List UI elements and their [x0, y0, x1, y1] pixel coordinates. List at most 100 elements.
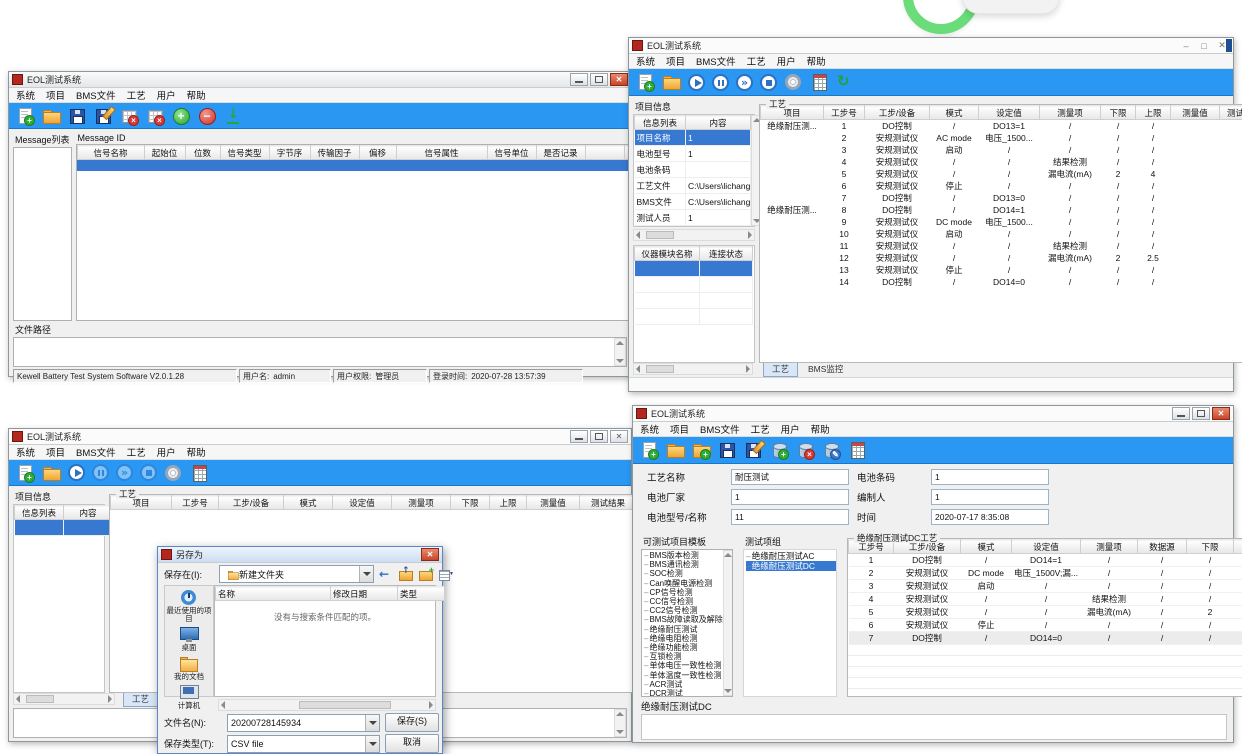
remove-row-icon[interactable] [198, 107, 217, 125]
table-row[interactable]: 7DO控制/DO14=0//// [849, 632, 1242, 645]
place-recent[interactable]: 最近使用的项目 [166, 589, 212, 623]
open-add-folder-icon[interactable]: + [692, 441, 711, 459]
place-computer[interactable]: 计算机 [166, 684, 212, 710]
column-header[interactable]: 测量项 [1040, 106, 1101, 120]
place-documents[interactable]: 我的文档 [166, 655, 212, 681]
column-header[interactable]: 修改日期 [331, 587, 398, 601]
menu-item[interactable]: 系统 [16, 88, 35, 102]
step-forward-icon[interactable] [736, 74, 753, 91]
table-row[interactable]: BMS文件C:\Users\lichangjiang\Desktop\ [635, 194, 751, 210]
table-row[interactable]: 测试人员1 [635, 210, 751, 226]
column-header[interactable]: 传输因子 [310, 146, 359, 160]
menu-item[interactable]: 工艺 [127, 445, 146, 459]
table-row[interactable]: 13安规测试仪停止//// [761, 264, 1242, 276]
horizontal-scrollbar[interactable] [633, 363, 753, 375]
template-item[interactable]: 互锁检测 [644, 652, 723, 661]
table-row[interactable]: 3安规测试仪启动//// [761, 144, 1242, 156]
template-item[interactable]: 单体电压一致性检测 [644, 661, 723, 670]
template-item[interactable]: 绝缘耐压测试 [644, 625, 723, 634]
add-row-icon[interactable] [172, 107, 191, 125]
column-header[interactable]: 工步/设备 [865, 106, 930, 120]
dropdown-arrow-icon[interactable] [365, 715, 379, 731]
file-path-textarea[interactable] [13, 337, 627, 367]
message-table-icon[interactable]: × [120, 107, 139, 125]
message-list[interactable] [13, 147, 72, 321]
new-folder-button[interactable] [417, 567, 434, 582]
template-item[interactable]: BMS版本检测 [644, 551, 723, 560]
disc-icon[interactable] [784, 73, 803, 91]
dialog-close-button[interactable] [421, 548, 439, 561]
table-row[interactable]: 9安规测试仪DC mode电压_1500.../// [761, 216, 1242, 228]
table-row[interactable]: 绝缘耐压测...8DO控制/DO14=1/// [761, 204, 1242, 216]
signal-table-icon[interactable]: × [146, 107, 165, 125]
column-header[interactable]: 仪器模块名称 [635, 247, 700, 261]
back-button[interactable] [377, 567, 394, 582]
column-header[interactable]: 下限 [1101, 106, 1136, 120]
menu-item[interactable]: 帮助 [187, 445, 206, 459]
column-header[interactable]: 下限 [451, 496, 490, 510]
vertical-scrollbar[interactable] [723, 550, 733, 696]
template-item[interactable]: CP信号检测 [644, 588, 723, 597]
titlebar[interactable]: EOL测试系统 – □ ✕ [629, 38, 1233, 54]
db-add-icon[interactable]: + [770, 441, 789, 459]
column-header[interactable]: 测试结果 [1220, 106, 1242, 120]
open-folder-icon[interactable] [42, 107, 61, 125]
table-row[interactable]: 电池型号1 [635, 146, 751, 162]
column-header[interactable]: 字节序 [269, 146, 310, 160]
column-header[interactable]: 设定值 [1012, 540, 1081, 554]
table-row[interactable]: 2安规测试仪AC mode电压_1500.../// [761, 132, 1242, 144]
table-row[interactable]: 4安规测试仪//结果检测// [761, 156, 1242, 168]
column-header[interactable]: 上限 [1136, 106, 1171, 120]
column-header[interactable]: 起始位 [144, 146, 185, 160]
horizontal-scrollbar[interactable] [218, 699, 436, 711]
tab-bms-monitor[interactable]: BMS监控 [800, 363, 851, 376]
column-header[interactable]: 信号属性 [396, 146, 487, 160]
table-row[interactable]: 12安规测试仪//漏电流(mA)22.5 [761, 252, 1242, 264]
column-header[interactable]: 模式 [284, 496, 333, 510]
table-row[interactable]: 6安规测试仪停止///// [849, 619, 1242, 632]
save-as-icon[interactable] [744, 441, 763, 459]
tab-process[interactable]: 工艺 [123, 693, 158, 707]
column-header[interactable]: 信号单位 [487, 146, 536, 160]
template-item[interactable]: CC2信号检测 [644, 606, 723, 615]
table-row[interactable]: 5安规测试仪//漏电流(mA)/22.5 [849, 606, 1242, 619]
column-header[interactable]: 数据源 [1138, 540, 1187, 554]
column-header[interactable]: 模式 [961, 540, 1012, 554]
place-desktop[interactable]: 桌面 [166, 626, 212, 652]
maximize-button[interactable] [590, 73, 608, 86]
open-folder-icon[interactable] [662, 73, 681, 91]
menu-item[interactable]: 用户 [157, 88, 176, 102]
horizontal-scrollbar[interactable] [633, 229, 755, 241]
column-header[interactable]: 类型 [398, 587, 445, 601]
horizontal-scrollbar[interactable] [13, 693, 115, 705]
test-group-item[interactable]: 绝缘耐压测试DC [746, 561, 836, 571]
column-header[interactable]: 测量项 [1081, 540, 1138, 554]
table-row[interactable]: 2安规测试仪DC mode电压_1500V;漏...//// [849, 567, 1242, 580]
open-folder-icon[interactable] [666, 441, 685, 459]
menu-item[interactable]: 系统 [640, 422, 659, 436]
close-button[interactable] [1212, 407, 1230, 420]
minimize-button[interactable] [1172, 407, 1190, 420]
menu-item[interactable]: 项目 [46, 88, 65, 102]
table-row[interactable]: 工艺文件C:\Users\lichangjiang\Desktop\ [635, 178, 751, 194]
vertical-scrollbar[interactable] [614, 338, 626, 366]
editor-field[interactable]: 1 [931, 489, 1049, 505]
menu-item[interactable]: 系统 [16, 445, 35, 459]
template-item[interactable]: 单体温度一致性检测 [644, 671, 723, 680]
start-icon[interactable] [68, 464, 85, 481]
table-row[interactable]: 绝缘耐压测...1DO控制/DO13=1/// [761, 120, 1242, 133]
dropdown-arrow-icon[interactable] [359, 566, 373, 582]
menu-item[interactable]: BMS文件 [76, 88, 116, 102]
column-header[interactable]: 内容 [64, 506, 113, 520]
column-header[interactable]: 位数 [185, 146, 220, 160]
titlebar[interactable]: EOL测试系统 [9, 72, 631, 88]
column-header[interactable]: 信息列表 [15, 506, 64, 520]
db-delete-icon[interactable]: × [796, 441, 815, 459]
table-row[interactable]: 10安规测试仪启动//// [761, 228, 1242, 240]
calculator-icon[interactable] [810, 73, 829, 91]
template-item[interactable]: ACR测试 [644, 680, 723, 689]
import-icon[interactable] [224, 107, 243, 125]
column-header[interactable]: 工步号 [172, 496, 219, 510]
column-header[interactable]: 信号名称 [77, 146, 144, 160]
minimize-button[interactable] [570, 73, 588, 86]
